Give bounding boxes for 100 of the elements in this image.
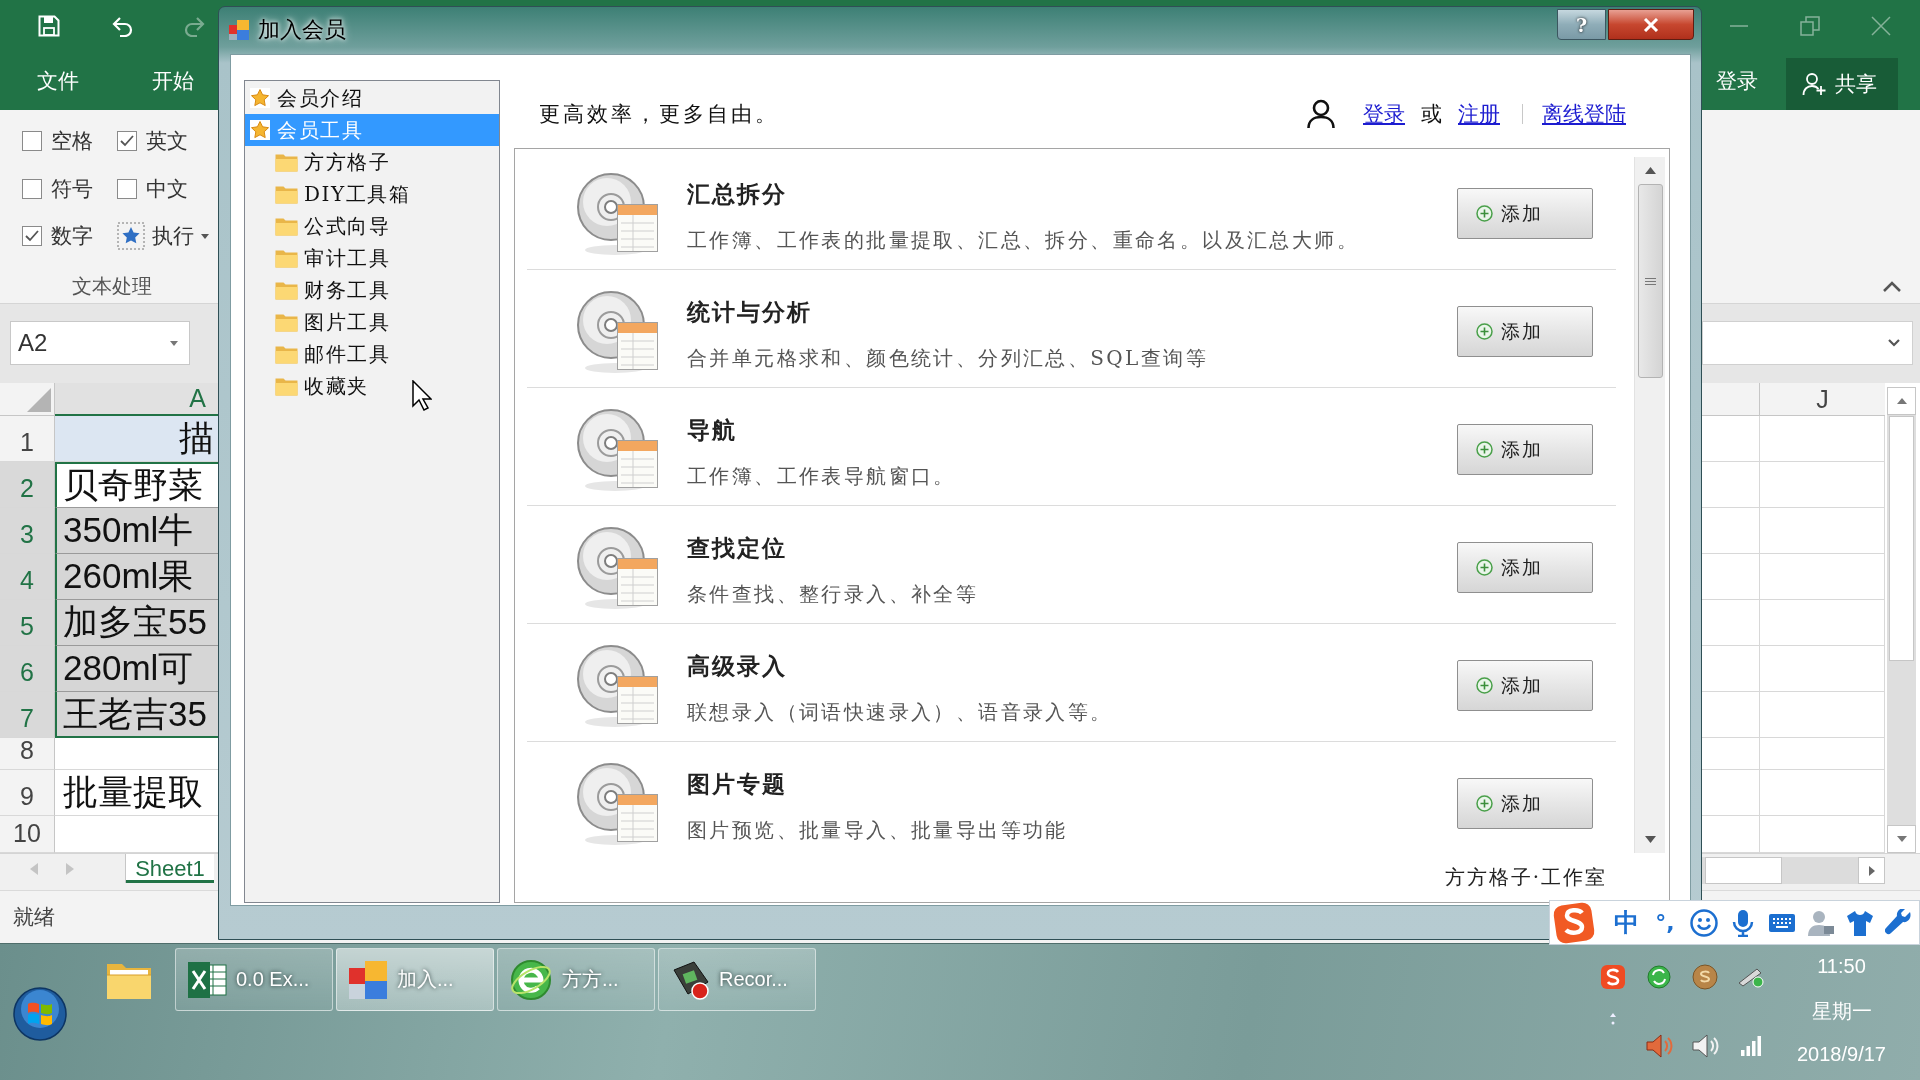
close-button[interactable] (1608, 9, 1694, 40)
tree-item[interactable]: 财务工具 (245, 274, 396, 306)
person-icon[interactable] (1807, 908, 1835, 937)
show-hidden-icons-icon[interactable] (1609, 1012, 1617, 1026)
collapse-icon[interactable] (1882, 281, 1902, 293)
restore-icon[interactable] (1800, 15, 1820, 36)
sync-icon[interactable] (1647, 965, 1671, 989)
tree-item[interactable]: 会员介绍 (245, 82, 369, 114)
save-icon[interactable] (38, 14, 60, 37)
row-header[interactable]: 2 (0, 462, 55, 508)
add-button[interactable]: 添加 (1457, 188, 1593, 239)
s-logo-icon[interactable] (1600, 964, 1626, 990)
signal-bars-icon[interactable] (1740, 1035, 1762, 1057)
tree-item[interactable]: 审计工具 (245, 242, 396, 274)
scroll-down-icon[interactable] (1644, 836, 1656, 843)
scrollbar-thumb[interactable] (1889, 416, 1914, 661)
undo-icon[interactable] (111, 14, 133, 37)
column-header[interactable]: J (1759, 383, 1885, 416)
scroll-down-button[interactable] (1887, 825, 1916, 853)
add-button[interactable]: 添加 (1457, 424, 1593, 475)
row-header[interactable]: 1 (0, 416, 55, 462)
row-header[interactable]: 9 (0, 770, 55, 816)
scrollbar-thumb[interactable] (1637, 184, 1663, 378)
punctuation-toggle[interactable]: °, (1651, 907, 1679, 938)
folder-icon (275, 216, 298, 236)
sign-in-button[interactable]: 登录 (1716, 68, 1758, 94)
add-button[interactable]: 添加 (1457, 778, 1593, 829)
tree-item[interactable]: 邮件工具 (245, 338, 396, 370)
add-button[interactable]: 添加 (1457, 660, 1593, 711)
add-button[interactable]: 添加 (1457, 542, 1593, 593)
close-icon[interactable] (1871, 15, 1891, 36)
checkbox-label: 空格 (51, 128, 93, 154)
row-header[interactable]: 3 (0, 508, 55, 554)
checkbox[interactable] (117, 131, 137, 151)
row-header[interactable]: 5 (0, 600, 55, 646)
table-cell: 280ml可 (55, 646, 218, 692)
scroll-up-button[interactable] (1887, 387, 1916, 415)
tree-item[interactable]: 收藏夹 (245, 370, 375, 402)
folder-icon (275, 376, 298, 396)
ribbon-tab[interactable]: 开始 (152, 67, 194, 94)
wrench-icon[interactable] (1885, 908, 1913, 937)
disc-document-icon (575, 642, 661, 728)
register-link[interactable]: 注册 (1458, 100, 1500, 128)
scrollbar[interactable] (1887, 387, 1916, 853)
triangle-up-icon (1896, 398, 1907, 404)
plus-circle-icon (1476, 323, 1493, 340)
speaker-icon[interactable] (1691, 1033, 1719, 1059)
tool-title: 导航 (687, 417, 738, 443)
checkbox[interactable] (22, 178, 42, 199)
clock-date: 2018/9/17 (1797, 1042, 1886, 1067)
tree-item[interactable]: 图片工具 (245, 306, 396, 338)
table-cell: 加多宝55 (55, 600, 218, 646)
row-header[interactable]: 4 (0, 554, 55, 600)
start-button-icon[interactable] (13, 987, 67, 1041)
tool-description: 联想录入（词语快速录入）、语音录入等。 (687, 700, 1114, 724)
spreadsheet-icon (187, 959, 227, 1000)
mouse-pointer-icon (412, 380, 432, 412)
tool-description: 工作簿、工作表导航窗口。 (687, 464, 957, 488)
share-button[interactable]: 共享 (1786, 58, 1898, 110)
table-cell: 王老吉35 (55, 692, 218, 738)
checkbox[interactable] (22, 226, 42, 246)
tool-title: 图片专题 (687, 771, 788, 797)
smiley-icon[interactable] (1690, 908, 1718, 937)
tagline: 更高效率，更多自由。 (539, 101, 779, 128)
scrollbar-thumb[interactable] (1705, 857, 1782, 884)
triangle-icon (27, 388, 51, 412)
checkbox-label: 符号 (51, 175, 93, 202)
run-button[interactable]: 执行 (117, 218, 209, 254)
tree-item[interactable]: DIY工具箱 (245, 178, 417, 210)
scroll-right-button[interactable] (1858, 857, 1885, 884)
tree-item[interactable]: 公式向导 (245, 210, 396, 242)
scrollbar[interactable] (1634, 157, 1665, 853)
row-header[interactable]: 6 (0, 646, 55, 692)
add-button[interactable]: 添加 (1457, 306, 1593, 357)
shirt-icon[interactable] (1846, 908, 1874, 937)
input-mode-toggle[interactable]: 中 (1612, 907, 1640, 938)
folder-icon (275, 344, 298, 364)
checkbox[interactable] (22, 131, 42, 151)
tool-description: 图片预览、批量导入、批量导出等功能 (687, 818, 1069, 842)
offline-login-link[interactable]: 离线登陆 (1542, 100, 1626, 128)
checkbox[interactable] (117, 178, 137, 199)
row-header[interactable]: 10 (0, 816, 55, 853)
folder-icon (275, 312, 298, 332)
expand-icon[interactable] (1887, 338, 1901, 348)
coin-icon[interactable] (1692, 964, 1718, 990)
row-header[interactable]: 7 (0, 692, 55, 738)
tool-title: 统计与分析 (687, 299, 813, 325)
ribbon-tab[interactable]: 文件 (37, 67, 79, 94)
horizontal-scrollbar[interactable] (1702, 857, 1885, 884)
tree-item[interactable]: 方方格子 (245, 146, 396, 178)
caret-icon[interactable] (170, 340, 178, 346)
formula-field[interactable] (1702, 321, 1913, 365)
name-box[interactable]: A2 (10, 321, 190, 365)
scroll-up-icon[interactable] (1644, 167, 1656, 174)
sheet-tab[interactable]: Sheet1 (125, 854, 214, 883)
row-header[interactable]: 8 (0, 738, 55, 770)
speaker-icon[interactable] (1645, 1033, 1673, 1059)
column-header[interactable]: A (55, 383, 218, 416)
checkbox-label: 中文 (146, 175, 188, 202)
sign-in-link[interactable]: 登录 (1363, 100, 1405, 128)
